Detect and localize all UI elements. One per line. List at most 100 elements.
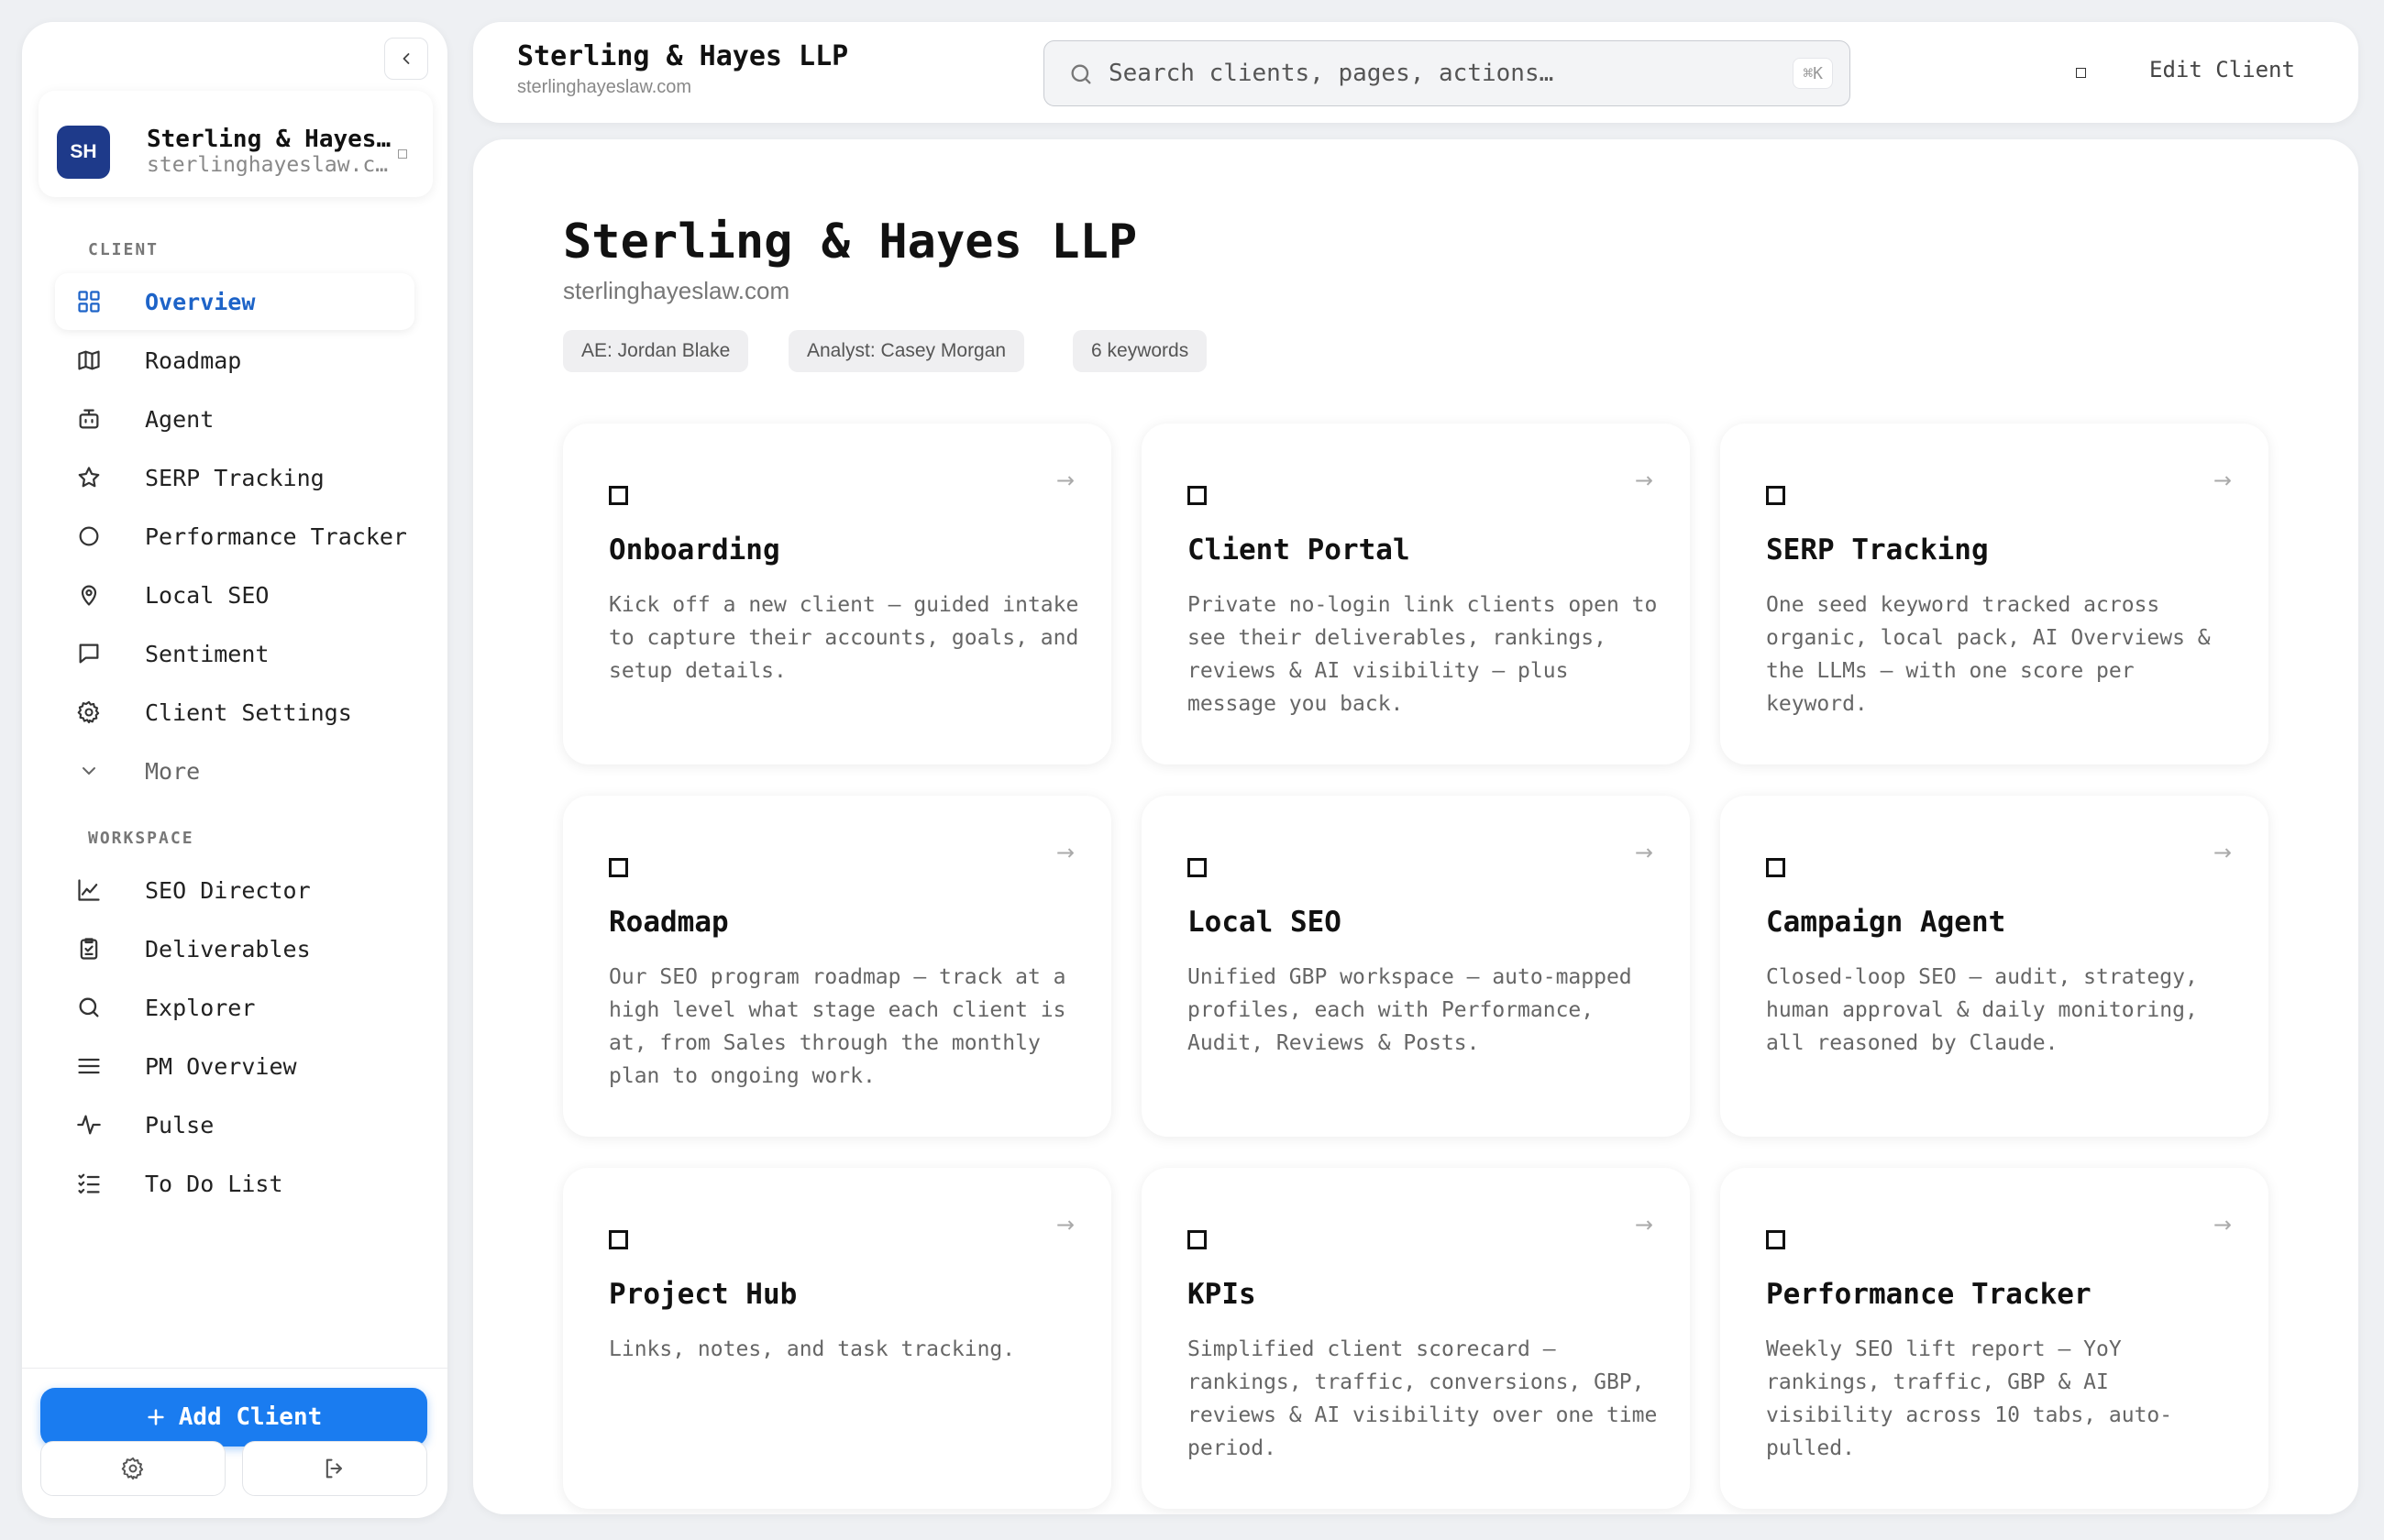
sidebar-item-pm-overview[interactable]: PM Overview xyxy=(55,1038,414,1094)
card-square-icon xyxy=(1187,486,1207,505)
card-title: KPIs xyxy=(1187,1278,1256,1311)
card-description: Kick off a new client — guided intake to… xyxy=(609,593,1079,683)
sidebar-item-label: SEO Director xyxy=(145,876,311,904)
sidebar: SH Sterling & Hayes LLP sterlinghayeslaw… xyxy=(22,22,447,1518)
card-roadmap[interactable]: → Roadmap Our SEO program roadmap — trac… xyxy=(563,796,1111,1137)
add-client-button[interactable]: Add Client xyxy=(40,1388,427,1446)
arrow-right-icon: → xyxy=(2213,840,2232,865)
card-title: Project Hub xyxy=(609,1278,798,1311)
sidebar-item-label: PM Overview xyxy=(145,1052,297,1080)
chip-keywords: 6 keywords xyxy=(1073,330,1208,372)
arrow-right-icon: → xyxy=(1634,840,1653,865)
top-bar: Sterling & Hayes LLP sterlinghayeslaw.co… xyxy=(473,22,2358,123)
card-square-icon xyxy=(609,486,628,505)
sidebar-item-client-settings[interactable]: Client Settings xyxy=(55,684,414,741)
app-root: SH Sterling & Hayes LLP sterlinghayeslaw… xyxy=(0,0,2384,1540)
card-square-icon xyxy=(1766,486,1785,505)
sidebar-item-deliverables[interactable]: Deliverables xyxy=(55,920,414,977)
star-icon xyxy=(75,464,103,491)
sidebar-item-performance-tracker[interactable]: Performance Tracker xyxy=(55,508,414,565)
card-title: Campaign Agent xyxy=(1766,906,2006,939)
sidebar-item-to-do-list[interactable]: To Do List xyxy=(55,1155,414,1212)
sidebar-item-label: More xyxy=(145,757,201,785)
search-input[interactable] xyxy=(1109,41,1732,105)
section-label-client: CLIENT xyxy=(88,240,160,259)
sidebar-item-label: Pulse xyxy=(145,1111,215,1138)
logout-button[interactable] xyxy=(242,1441,427,1496)
card-client-portal[interactable]: → Client Portal Private no-login link cl… xyxy=(1142,424,1690,764)
edit-client-button[interactable]: Edit Client xyxy=(2149,57,2295,82)
page-subtitle: sterlinghayeslaw.com xyxy=(563,277,790,304)
card-onboarding[interactable]: → Onboarding Kick off a new client — gui… xyxy=(563,424,1111,764)
card-project-hub[interactable]: → Project Hub Links, notes, and task tra… xyxy=(563,1168,1111,1509)
card-square-icon xyxy=(609,1230,628,1249)
arrow-right-icon: → xyxy=(2213,1212,2232,1238)
logout-icon xyxy=(326,1458,343,1479)
sidebar-item-overview[interactable]: Overview xyxy=(55,273,414,330)
card-square-icon xyxy=(1766,1230,1785,1249)
sidebar-item-sentiment[interactable]: Sentiment xyxy=(55,625,414,682)
sidebar-item-label: Overview xyxy=(145,288,256,315)
card-campaign-agent[interactable]: → Campaign Agent Closed-loop SEO — audit… xyxy=(1720,796,2268,1137)
card-description: Weekly SEO lift report — YoY rankings, t… xyxy=(1766,1337,2173,1460)
grid-icon xyxy=(75,288,103,315)
list-checks-icon xyxy=(75,1170,103,1197)
activity-icon xyxy=(75,1111,103,1138)
sidebar-item-label: Sentiment xyxy=(145,640,270,667)
search-icon xyxy=(75,994,103,1021)
sidebar-item-label: Performance Tracker xyxy=(145,522,407,550)
chip-analyst: Analyst: Casey Morgan xyxy=(789,330,1025,372)
global-search[interactable]: ⌘K xyxy=(1043,40,1850,106)
sidebar-item-label: Explorer xyxy=(145,994,256,1021)
arrow-right-icon: → xyxy=(1055,1212,1075,1238)
sidebar-item-explorer[interactable]: Explorer xyxy=(55,979,414,1036)
sidebar-item-agent[interactable]: Agent xyxy=(55,390,414,447)
sidebar-item-local-seo[interactable]: Local SEO xyxy=(55,566,414,623)
message-icon xyxy=(75,640,103,667)
header-square-icon[interactable] xyxy=(2076,68,2086,78)
card-description: Simplified client scorecard — rankings, … xyxy=(1187,1337,1658,1460)
circle-icon xyxy=(75,522,103,550)
page-title: Sterling & Hayes LLP xyxy=(563,214,1138,270)
sidebar-item-roadmap[interactable]: Roadmap xyxy=(55,332,414,389)
sidebar-item-serp-tracking[interactable]: SERP Tracking xyxy=(55,449,414,506)
card-kpis[interactable]: → KPIs Simplified client scorecard — ran… xyxy=(1142,1168,1690,1509)
search-icon xyxy=(1071,64,1091,84)
sidebar-item-label: Deliverables xyxy=(145,935,311,962)
sidebar-item-label: Client Settings xyxy=(145,698,352,726)
arrow-right-icon: → xyxy=(1055,468,1075,493)
sidebar-item-more[interactable]: More xyxy=(55,742,414,799)
sidebar-item-label: To Do List xyxy=(145,1170,283,1197)
client-domain: sterlinghayeslaw.com xyxy=(147,153,394,177)
card-serp-tracking[interactable]: → SERP Tracking One seed keyword tracked… xyxy=(1720,424,2268,764)
client-switcher[interactable]: SH Sterling & Hayes LLP sterlinghayeslaw… xyxy=(39,91,433,197)
card-title: Local SEO xyxy=(1187,906,1341,939)
collapse-sidebar-button[interactable] xyxy=(384,38,428,80)
card-title: Client Portal xyxy=(1187,534,1410,566)
card-title: Performance Tracker xyxy=(1766,1278,2092,1311)
card-description: One seed keyword tracked across organic,… xyxy=(1766,593,2211,716)
gear-icon xyxy=(75,698,103,726)
card-square-icon xyxy=(1766,858,1785,877)
sidebar-item-seo-director[interactable]: SEO Director xyxy=(55,862,414,918)
card-square-icon xyxy=(1187,858,1207,877)
line-chart-icon xyxy=(75,876,103,904)
card-performance-tracker[interactable]: → Performance Tracker Weekly SEO lift re… xyxy=(1720,1168,2268,1509)
add-client-label: Add Client xyxy=(178,1403,323,1431)
sidebar-item-label: Agent xyxy=(145,405,215,433)
settings-button[interactable] xyxy=(40,1441,226,1496)
switcher-square-icon xyxy=(398,149,407,159)
card-description: Private no-login link clients open to se… xyxy=(1187,593,1658,716)
sidebar-item-label: Local SEO xyxy=(145,581,270,609)
arrow-right-icon: → xyxy=(1055,840,1075,865)
arrow-right-icon: → xyxy=(2213,468,2232,493)
card-title: Roadmap xyxy=(609,906,729,939)
card-local-seo[interactable]: → Local SEO Unified GBP workspace — auto… xyxy=(1142,796,1690,1137)
chevron-down-icon xyxy=(75,757,103,785)
sidebar-item-pulse[interactable]: Pulse xyxy=(55,1096,414,1153)
card-title: SERP Tracking xyxy=(1766,534,1989,566)
arrow-right-icon: → xyxy=(1634,468,1653,493)
card-square-icon xyxy=(1187,1230,1207,1249)
card-description: Unified GBP workspace — auto-mapped prof… xyxy=(1187,965,1632,1055)
gear-icon xyxy=(121,1457,144,1480)
